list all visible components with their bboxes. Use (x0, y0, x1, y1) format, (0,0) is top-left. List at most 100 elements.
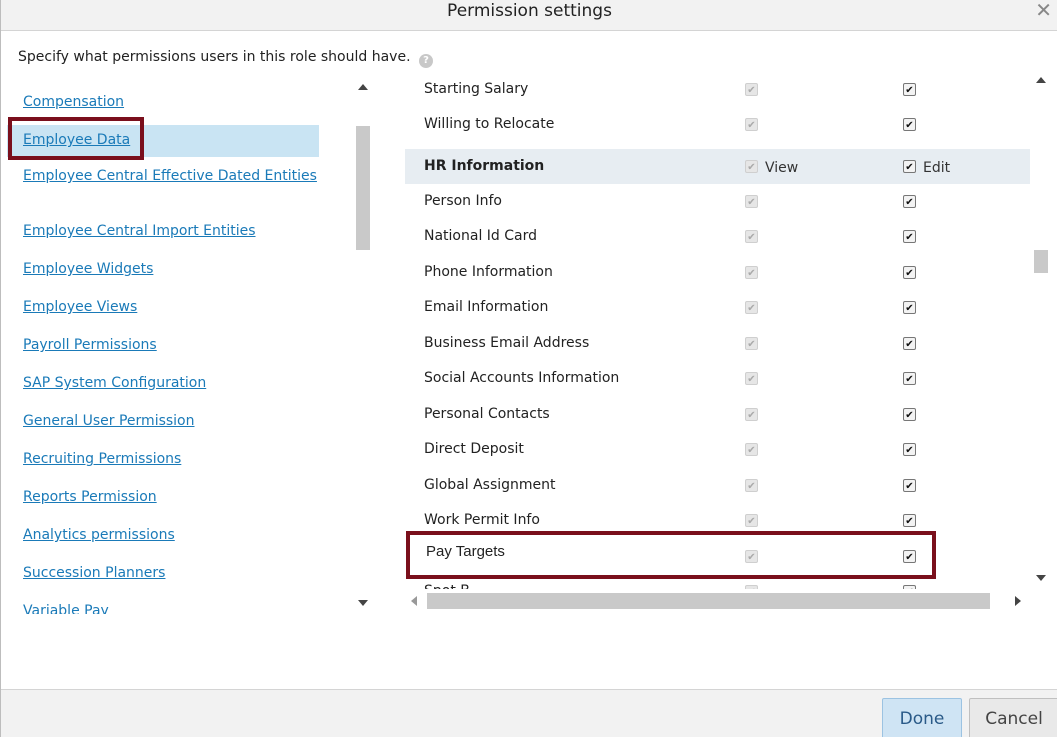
dialog-footer: Done Cancel (1, 689, 1057, 737)
nav-item[interactable]: Employee Views (7, 299, 319, 315)
permission-label: Email Information (424, 299, 549, 315)
close-icon[interactable]: ✕ (1035, 0, 1052, 22)
view-column-label: View (765, 160, 799, 176)
permission-row: Spot B ✔ ✔ (405, 574, 1030, 589)
nav-item[interactable]: Payroll Permissions (7, 337, 319, 353)
permission-label: Phone Information (424, 264, 553, 280)
view-checkbox[interactable]: ✔ (745, 301, 758, 314)
done-button[interactable]: Done (882, 698, 962, 737)
view-checkbox[interactable]: ✔ (745, 230, 758, 243)
scroll-up-arrow-icon[interactable] (358, 84, 368, 90)
view-checkbox[interactable]: ✔ (745, 514, 758, 527)
permission-row: Social Accounts Information ✔ ✔ (405, 361, 1030, 396)
edit-checkbox[interactable]: ✔ (903, 585, 916, 589)
nav-item[interactable]: Employee Central Effective Dated Entitie… (7, 168, 319, 184)
scrollbar-thumb[interactable] (356, 126, 370, 250)
permission-label: Global Assignment (424, 477, 556, 493)
intro-text: Specify what permissions users in this r… (18, 49, 433, 68)
edit-checkbox[interactable]: ✔ (903, 83, 916, 96)
edit-checkbox[interactable]: ✔ (903, 160, 916, 173)
nav-item[interactable]: Employee Data (7, 125, 319, 157)
permission-row: Pay Targets ✔ ✔ (405, 539, 1030, 574)
view-checkbox[interactable]: ✔ (745, 118, 758, 131)
permission-table-vscrollbar[interactable] (1031, 71, 1051, 589)
intro-label: Specify what permissions users in this r… (18, 49, 411, 65)
view-checkbox[interactable]: ✔ (745, 443, 758, 456)
view-checkbox[interactable]: ✔ (745, 337, 758, 350)
permission-row: Willing to Relocate ✔ ✔ (405, 107, 1030, 142)
scrollbar-thumb[interactable] (427, 593, 990, 609)
permission-table: Starting Salary ✔ ✔ Willing to Relocate ✔ ✔ HR… (405, 71, 1030, 589)
nav-item[interactable]: Variable Pay (7, 603, 319, 614)
edit-checkbox[interactable]: ✔ (903, 230, 916, 243)
edit-checkbox[interactable]: ✔ (903, 266, 916, 279)
permission-settings-dialog: Permission settings ✕ Specify what permi… (0, 0, 1057, 737)
category-list-scrollbar[interactable] (353, 78, 373, 614)
edit-checkbox[interactable]: ✔ (903, 118, 916, 131)
permission-row: Personal Contacts ✔ ✔ (405, 397, 1030, 432)
scroll-right-arrow-icon[interactable] (1015, 596, 1021, 606)
permission-row: Email Information ✔ ✔ (405, 290, 1030, 325)
scroll-down-arrow-icon[interactable] (358, 600, 368, 606)
nav-item[interactable]: Recruiting Permissions (7, 451, 319, 467)
permission-group-header: HR Information ✔ ✔ View Edit (405, 149, 1030, 184)
permission-label: Work Permit Info (424, 512, 540, 528)
edit-checkbox[interactable]: ✔ (903, 550, 916, 563)
permission-label: Personal Contacts (424, 406, 550, 422)
view-checkbox[interactable]: ✔ (745, 479, 758, 492)
edit-column-label: Edit (923, 160, 951, 176)
edit-checkbox[interactable]: ✔ (903, 195, 916, 208)
nav-item[interactable]: Reports Permission (7, 489, 319, 505)
permission-label: Person Info (424, 193, 502, 209)
scroll-down-arrow-icon[interactable] (1036, 575, 1046, 581)
edit-checkbox[interactable]: ✔ (903, 479, 916, 492)
permission-label: Pay Targets (426, 543, 505, 560)
dialog-titlebar: Permission settings ✕ (1, 0, 1057, 31)
permission-label: Social Accounts Information (424, 370, 620, 386)
nav-item[interactable]: General User Permission (7, 413, 319, 429)
nav-item[interactable]: Compensation (7, 94, 319, 110)
nav-item[interactable]: SAP System Configuration (7, 375, 319, 391)
permission-label: Willing to Relocate (424, 116, 555, 132)
permission-table-hscrollbar[interactable] (405, 591, 1029, 611)
edit-checkbox[interactable]: ✔ (903, 514, 916, 527)
view-checkbox[interactable]: ✔ (745, 266, 758, 279)
permission-row: National Id Card ✔ ✔ (405, 219, 1030, 254)
edit-checkbox[interactable]: ✔ (903, 337, 916, 350)
view-checkbox[interactable]: ✔ (745, 585, 758, 589)
nav-item[interactable]: Analytics permissions (7, 527, 319, 543)
permission-row: Business Email Address ✔ ✔ (405, 326, 1030, 361)
edit-checkbox[interactable]: ✔ (903, 372, 916, 385)
view-checkbox[interactable]: ✔ (745, 160, 758, 173)
permission-row: Person Info ✔ ✔ (405, 184, 1030, 219)
nav-item[interactable]: Employee Widgets (7, 261, 319, 277)
permission-row: Direct Deposit ✔ ✔ (405, 432, 1030, 467)
permission-label: HR Information (424, 158, 545, 174)
permission-label: Direct Deposit (424, 441, 524, 457)
nav-item[interactable]: Succession Planners (7, 565, 319, 581)
cancel-button[interactable]: Cancel (969, 698, 1057, 737)
permission-row: Starting Salary ✔ ✔ (405, 72, 1030, 107)
view-checkbox[interactable]: ✔ (745, 408, 758, 421)
scrollbar-thumb[interactable] (1034, 250, 1048, 273)
permission-row: Global Assignment ✔ ✔ (405, 468, 1030, 503)
permission-category-list: Compensation Employee Data Employee Centra… (7, 78, 372, 614)
help-icon[interactable]: ? (418, 54, 433, 68)
permission-label: Spot B (424, 583, 470, 589)
permission-row: Work Permit Info ✔ ✔ (405, 503, 1030, 538)
permission-row: Phone Information ✔ ✔ (405, 255, 1030, 290)
edit-checkbox[interactable]: ✔ (903, 443, 916, 456)
permission-label: National Id Card (424, 228, 538, 244)
dialog-title: Permission settings (447, 1, 612, 21)
scroll-left-arrow-icon[interactable] (411, 596, 417, 606)
nav-item[interactable]: Employee Central Import Entities (7, 223, 319, 239)
permission-label: Starting Salary (424, 81, 529, 97)
permission-label: Business Email Address (424, 335, 590, 351)
view-checkbox[interactable]: ✔ (745, 83, 758, 96)
view-checkbox[interactable]: ✔ (745, 550, 758, 563)
scroll-up-arrow-icon[interactable] (1036, 77, 1046, 83)
edit-checkbox[interactable]: ✔ (903, 408, 916, 421)
view-checkbox[interactable]: ✔ (745, 195, 758, 208)
edit-checkbox[interactable]: ✔ (903, 301, 916, 314)
view-checkbox[interactable]: ✔ (745, 372, 758, 385)
